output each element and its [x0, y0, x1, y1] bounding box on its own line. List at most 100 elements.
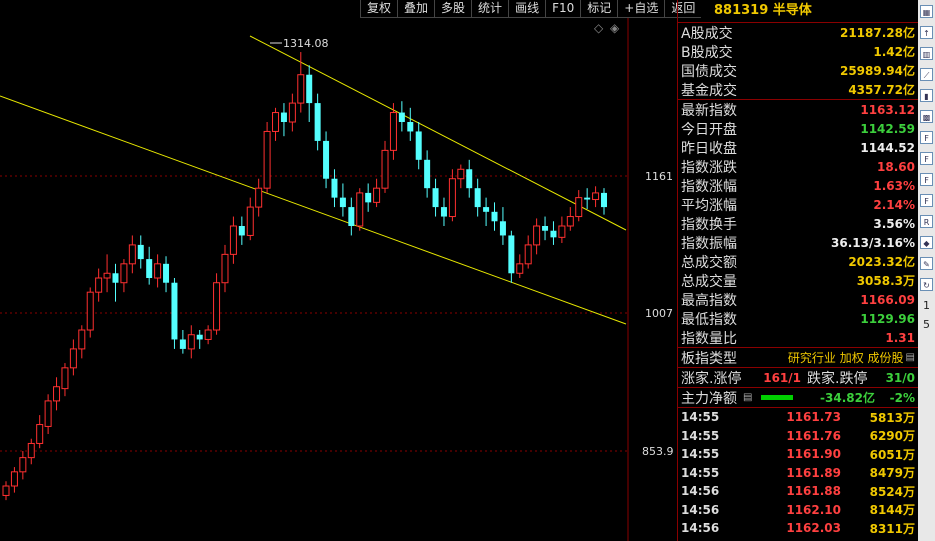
tick-volume: 8479万 — [869, 466, 915, 481]
candle-icon[interactable]: ▮ — [920, 89, 933, 102]
stat-value: 1.63% — [873, 178, 915, 193]
stat-label: 最新指数 — [681, 102, 737, 119]
candle-body — [339, 197, 346, 208]
tick-list[interactable]: 14:55 1161.73 5813万 14:55 1161.76 6290万 14:55 1… — [678, 408, 918, 538]
settings-diamond-icon[interactable]: ◈ — [610, 21, 620, 35]
candle-body — [348, 207, 355, 226]
net-pct: -2% — [889, 390, 915, 405]
down-label: 跌家.跌停 — [807, 370, 868, 387]
stat-value: 2023.32亿 — [848, 255, 915, 269]
f10-icon[interactable]: F — [920, 131, 933, 144]
f11-icon[interactable]: F — [920, 152, 933, 165]
tick-volume: 8524万 — [869, 484, 915, 499]
statistics-button[interactable]: 统计 — [471, 0, 508, 17]
sidebar-page-number[interactable]: 1 — [918, 299, 935, 312]
tick-volume: 8311万 — [869, 521, 915, 536]
up-arrow-icon[interactable]: ↑ — [920, 26, 933, 39]
candle-body — [36, 424, 44, 444]
stat-row: B股成交 1.42亿 — [678, 42, 918, 61]
stat-row: 总成交额 2023.32亿 — [678, 252, 918, 271]
candle-body — [601, 192, 607, 208]
candle-body — [389, 112, 397, 151]
tick-time: 14:55 — [681, 410, 720, 425]
candle-body — [61, 367, 69, 390]
stat-label: B股成交 — [681, 44, 733, 61]
tick-price: 1161.73 — [786, 410, 841, 425]
stat-row: A股成交 21187.28亿 — [678, 23, 918, 42]
stat-label: 昨日收盘 — [681, 140, 737, 157]
stat-label: 总成交量 — [681, 273, 737, 290]
stat-label: 指数振幅 — [681, 235, 737, 252]
f12-icon[interactable]: F — [920, 173, 933, 186]
candle-body — [120, 263, 128, 284]
stat-row: 今日开盘 1142.59 — [678, 119, 918, 138]
candle-body — [491, 211, 498, 222]
candle-body — [187, 334, 195, 350]
trendline-lower[interactable] — [0, 95, 627, 325]
diamond-icon[interactable]: ◇ — [594, 21, 604, 35]
restore-rights-button[interactable]: 复权 — [360, 0, 397, 17]
candle-body — [314, 103, 321, 141]
candle-body — [373, 187, 381, 203]
stat-value: 1166.09 — [860, 292, 915, 307]
kline-chart[interactable]: 1161 1007 853.9 1314.08 ◇ ◈ — [0, 18, 677, 541]
stat-row: 昨日收盘 1144.52 — [678, 138, 918, 157]
stat-row: 总成交量 3058.3万 — [678, 271, 918, 290]
net-list-icon[interactable]: ▤ — [743, 392, 755, 403]
stat-row: 最低指数 1129.96 — [678, 309, 918, 328]
candle-body — [323, 140, 330, 179]
candle-body — [440, 207, 447, 217]
stat-label: 总成交额 — [681, 254, 737, 271]
candle-body — [163, 263, 170, 283]
stats-rows: A股成交 21187.28亿 B股成交 1.42亿 国债成交 25989.94亿 基金成交 4… — [678, 23, 918, 347]
multi-stock-button[interactable]: 多股 — [434, 0, 471, 17]
f10-button[interactable]: F10 — [545, 0, 580, 17]
cycle-icon[interactable]: ↻ — [920, 278, 933, 291]
tick-price: 1161.89 — [786, 465, 841, 480]
candle-body — [558, 225, 566, 238]
candle-body — [297, 74, 305, 104]
stat-label: 指数涨跌 — [681, 159, 737, 176]
board-type-value[interactable]: 研究行业 加权 成份股 — [751, 349, 904, 366]
stat-value: 1142.59 — [860, 121, 915, 136]
stat-label: 指数量比 — [681, 330, 737, 347]
candle-body — [280, 112, 287, 122]
overlay-button[interactable]: 叠加 — [397, 0, 434, 17]
board-type-icon[interactable]: ▤ — [906, 352, 915, 363]
draw-line-button[interactable]: 画线 — [508, 0, 545, 17]
candle-body — [550, 230, 557, 238]
candle-body — [255, 187, 263, 208]
tick-row: 14:55 1161.90 6051万 — [678, 445, 918, 464]
pencil-icon[interactable]: ✎ — [920, 257, 933, 270]
price-label-1161: 1161 — [645, 170, 673, 183]
stat-label: 最低指数 — [681, 311, 737, 328]
cal-icon[interactable]: ▦ — [920, 5, 933, 18]
rs-icon[interactable]: R — [920, 215, 933, 228]
bar-chart-icon[interactable]: ▥ — [920, 47, 933, 60]
line-chart-icon[interactable]: ⟋ — [920, 68, 933, 81]
tick-row: 14:55 1161.76 6290万 — [678, 427, 918, 446]
up-down-row: 涨家.涨停 161/1 跌家.跌停 31/0 — [678, 367, 918, 387]
candle-body — [381, 149, 389, 189]
stat-value: 1163.12 — [860, 102, 915, 117]
net-value: -34.82亿 — [820, 391, 875, 405]
mark-button[interactable]: 标记 — [580, 0, 617, 17]
candle-body — [44, 400, 52, 427]
stat-value: 3058.3万 — [856, 274, 915, 288]
candle-body — [78, 329, 86, 350]
tick-price: 1161.76 — [786, 428, 841, 443]
add-watchlist-button[interactable]: +自选 — [617, 0, 664, 17]
grid-icon[interactable]: ▩ — [920, 110, 933, 123]
sidebar-page-number[interactable]: 5 — [918, 318, 935, 331]
tick-row: 14:56 1161.88 8524万 — [678, 482, 918, 501]
up-value: 161/1 — [763, 370, 801, 385]
diamond-icon[interactable]: ◆ — [920, 236, 933, 249]
candle-body — [128, 244, 136, 265]
candle-body — [179, 339, 186, 349]
f13-icon[interactable]: F — [920, 194, 933, 207]
candle-body — [424, 159, 431, 189]
candle-body — [398, 112, 405, 122]
stat-row: 最高指数 1166.09 — [678, 290, 918, 309]
candle-body — [474, 188, 481, 208]
tick-time: 14:55 — [681, 447, 720, 462]
